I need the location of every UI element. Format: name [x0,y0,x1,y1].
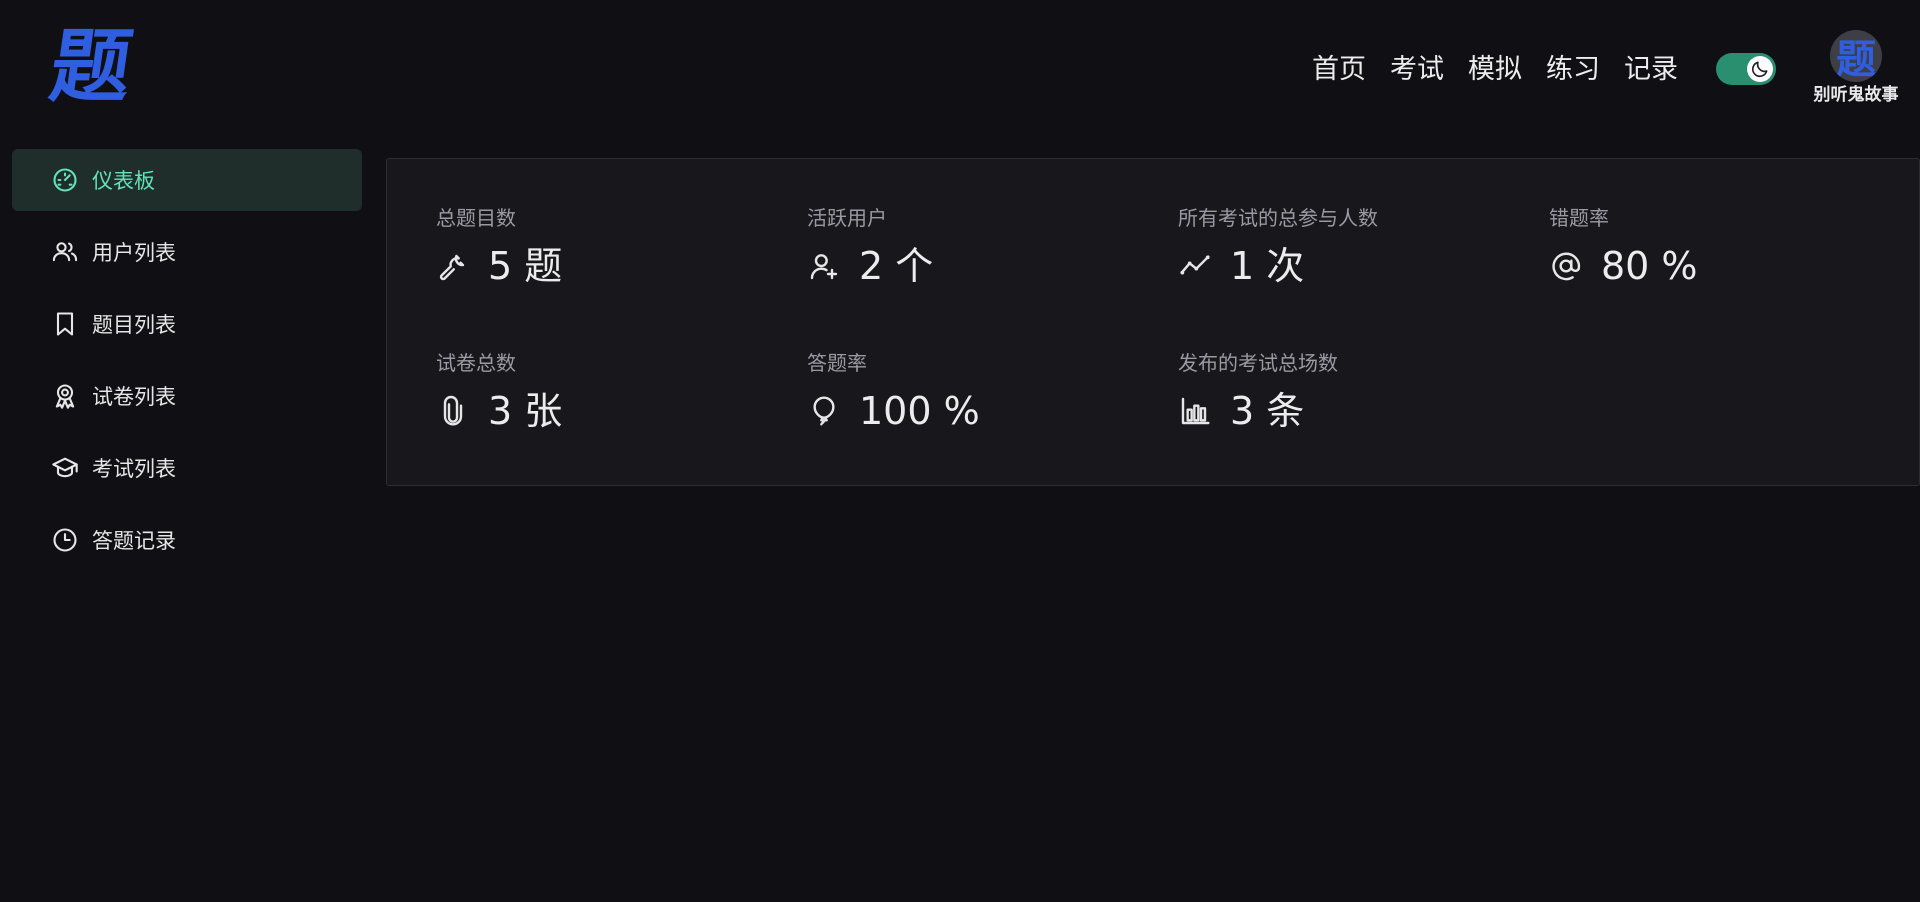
sidebar-item-users[interactable]: 用户列表 [12,221,362,283]
user-plus-icon [807,249,841,283]
stat-label: 活跃用户 [807,206,887,230]
graduation-cap-icon [50,453,80,483]
stat-label: 试卷总数 [436,351,516,375]
sidebar-item-label: 仪表板 [92,169,155,193]
sidebar-item-exams[interactable]: 考试列表 [12,437,362,499]
nav-practice[interactable]: 练习 [1546,50,1600,90]
nav-home[interactable]: 首页 [1312,50,1366,90]
stat-value: 100 % [859,389,980,433]
sidebar-item-papers[interactable]: 试卷列表 [12,365,362,427]
stat-wrong-rate: 错题率 80 % [1549,204,1889,290]
nav-records[interactable]: 记录 [1624,50,1678,90]
sidebar: 仪表板 用户列表 题目列表 试卷列表 考试列表 答题记录 [12,149,362,581]
stat-value: 5 题 [488,244,563,288]
stat-label: 答题率 [807,351,867,375]
users-icon [50,237,80,267]
sidebar-item-label: 答题记录 [92,529,176,553]
stat-published-exams: 发布的考试总场数 3 条 [1178,349,1518,435]
stat-total-participants: 所有考试的总参与人数 1 次 [1178,204,1518,290]
dashboard-icon [50,165,80,195]
at-sign-icon [1549,249,1583,283]
sidebar-item-questions[interactable]: 题目列表 [12,293,362,355]
moon-icon [1747,56,1773,82]
wrench-icon [436,249,470,283]
sidebar-item-label: 考试列表 [92,457,176,481]
bookmark-icon [50,309,80,339]
stat-value: 3 条 [1230,389,1305,433]
avatar[interactable]: 题 [1830,30,1882,82]
sidebar-item-label: 题目列表 [92,313,176,337]
sidebar-item-answer-records[interactable]: 答题记录 [12,509,362,571]
stat-value: 2 个 [859,244,934,288]
stat-answer-rate: 答题率 100 % [807,349,1147,435]
user-menu[interactable]: 题 别听鬼故事 [1806,30,1906,105]
balloon-icon [807,394,841,428]
paperclip-icon [436,394,470,428]
nav-exam[interactable]: 考试 [1390,50,1444,90]
trend-line-icon [1178,249,1212,283]
bar-chart-icon [1178,394,1212,428]
nav-mock[interactable]: 模拟 [1468,50,1522,90]
theme-toggle[interactable] [1716,53,1776,85]
stat-label: 发布的考试总场数 [1178,351,1338,375]
stat-value: 3 张 [488,389,563,433]
stat-label: 所有考试的总参与人数 [1178,206,1378,230]
stat-total-papers: 试卷总数 3 张 [436,349,776,435]
username: 别听鬼故事 [1813,85,1899,105]
top-nav: 首页 考试 模拟 练习 记录 [1312,50,1702,90]
stat-active-users: 活跃用户 2 个 [807,204,1147,290]
sidebar-item-label: 试卷列表 [92,385,176,409]
logo[interactable]: 题 [38,20,141,113]
stat-label: 错题率 [1549,206,1609,230]
stat-label: 总题目数 [436,206,516,230]
stat-total-questions: 总题目数 5 题 [436,204,776,290]
award-icon [50,381,80,411]
sidebar-item-label: 用户列表 [92,241,176,265]
stat-value: 1 次 [1230,244,1305,288]
stat-value: 80 % [1601,244,1698,288]
clock-icon [50,525,80,555]
stats-card: 总题目数 5 题 活跃用户 2 个 所有考试的总参与人数 1 次 错题率 80 … [386,158,1920,486]
sidebar-item-dashboard[interactable]: 仪表板 [12,149,362,211]
